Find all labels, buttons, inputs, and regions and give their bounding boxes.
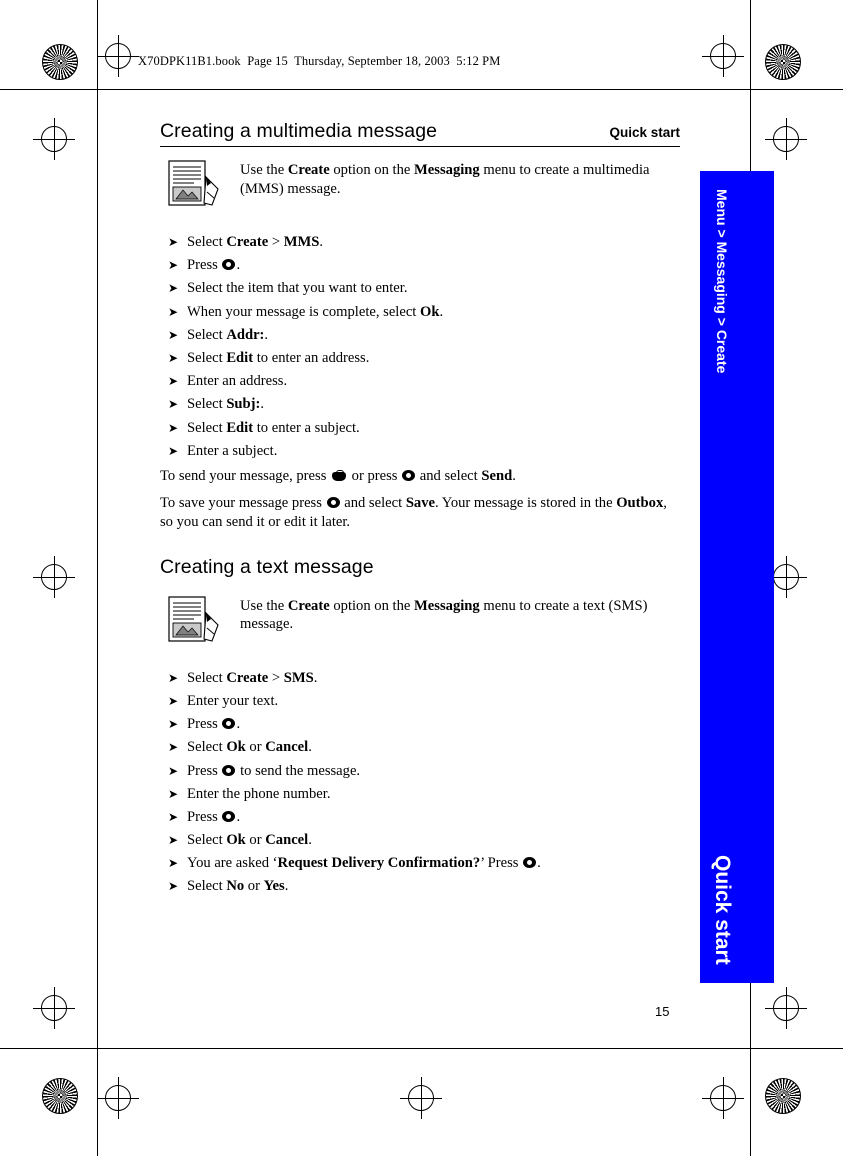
steps-list-sms: ➤ Select Create > SMS. ➤ Enter your text. …: [160, 669, 680, 895]
bullet-arrow-icon: ➤: [168, 443, 179, 458]
intro-text-sms: Use the Create option on the Messaging m…: [240, 597, 648, 633]
page-number: 15: [655, 1004, 670, 1019]
bullet-arrow-icon: ➤: [168, 786, 179, 801]
intro-block-sms: Use the Create option on the Messaging m…: [160, 593, 680, 643]
crop-line-bottom-horizontal: [0, 1048, 843, 1049]
registration-starburst-top-right: [765, 44, 801, 80]
registration-mark-top-right: [702, 35, 744, 77]
crop-line-top-horizontal: [0, 89, 843, 90]
list-item: ➤ Select No or Yes.: [168, 878, 289, 895]
bullet-arrow-icon: ➤: [168, 350, 179, 365]
bullet-arrow-icon: ➤: [168, 235, 179, 249]
registration-mark-left-middle: [33, 556, 75, 598]
crop-line-left-vertical: [97, 0, 98, 1156]
registration-mark-right-upper: [765, 118, 807, 160]
bullet-arrow-icon: ➤: [168, 397, 179, 412]
document-page-icon: [166, 159, 222, 207]
list-item: ➤ Select Addr:.: [168, 326, 269, 343]
bullet-arrow-icon: ➤: [168, 281, 179, 296]
list-item: ➤ Select the item that you want to enter.: [168, 280, 408, 297]
list-item: ➤ Select Create > SMS.: [168, 669, 318, 686]
bullet-arrow-icon: ➤: [168, 670, 179, 685]
bullet-arrow-icon: ➤: [168, 258, 179, 273]
select-key-icon: [222, 764, 236, 776]
bullet-arrow-icon: ➤: [168, 763, 179, 778]
registration-mark-bottom-left: [97, 1077, 139, 1119]
select-key-icon: [326, 496, 340, 508]
bullet-arrow-icon: ➤: [168, 740, 179, 755]
list-item: ➤ Press .: [168, 257, 241, 274]
registration-starburst-bottom-left: [42, 1078, 78, 1114]
registration-mark-left-lower: [33, 987, 75, 1029]
bullet-arrow-icon: ➤: [168, 717, 179, 732]
registration-mark-right-middle: [765, 556, 807, 598]
list-item: ➤ Enter a subject.: [168, 442, 278, 459]
list-item: ➤ Select Edit to enter an address.: [168, 349, 370, 366]
bullet-arrow-icon: ➤: [168, 833, 179, 848]
note-send-message: To send your message, press or press and…: [160, 467, 516, 484]
steps-list-mms: ➤ Select Create > MMS. ➤ Press . ➤ Select t…: [160, 235, 680, 458]
bullet-arrow-icon: ➤: [168, 374, 179, 389]
bullet-arrow-icon: ➤: [168, 856, 179, 871]
list-item: ➤ Press .: [168, 716, 241, 733]
bullet-arrow-icon: ➤: [168, 809, 179, 824]
select-key-icon: [222, 718, 236, 730]
list-item: ➤ Select Create > MMS.: [168, 234, 324, 250]
bullet-arrow-icon: ➤: [168, 327, 179, 342]
select-key-icon: [402, 469, 416, 481]
list-item: ➤ Press to send the message.: [168, 762, 361, 779]
book-file-header: X70DPK11B1.book Page 15 Thursday, Septem…: [138, 54, 501, 68]
note-save-message: To save your message press and select Sa…: [160, 494, 667, 530]
list-item: ➤ Select Ok or Cancel.: [168, 739, 312, 756]
side-tab-chapter-label: Quick start: [711, 855, 734, 965]
list-item: ➤ Enter an address.: [168, 373, 288, 390]
page-content: Creating a multimedia message Use the Cr…: [160, 120, 680, 903]
list-item: ➤ When your message is complete, select O…: [168, 303, 444, 320]
document-page-icon: [166, 595, 222, 643]
registration-starburst-bottom-right: [765, 1078, 801, 1114]
section-title-mms: Creating a multimedia message: [160, 120, 438, 142]
select-key-icon: [523, 857, 537, 869]
registration-starburst-top-left: [42, 44, 78, 80]
registration-mark-bottom-center: [400, 1077, 442, 1119]
bullet-arrow-icon: ➤: [168, 879, 179, 894]
bullet-arrow-icon: ➤: [168, 420, 179, 435]
registration-mark-right-lower: [765, 987, 807, 1029]
list-item: ➤ Enter the phone number.: [168, 785, 331, 802]
intro-text-mms: Use the Create option on the Messaging m…: [240, 162, 650, 197]
send-key-icon: [332, 469, 347, 482]
bullet-arrow-icon: ➤: [168, 304, 179, 319]
list-item: ➤ Select Ok or Cancel.: [168, 832, 312, 849]
intro-block-mms: Use the Create option on the Messaging m…: [160, 157, 680, 207]
bullet-arrow-icon: ➤: [168, 693, 179, 708]
list-item: ➤ Select Edit to enter a subject.: [168, 419, 360, 436]
list-item: ➤ Press .: [168, 808, 241, 825]
side-tab: Menu > Messaging > Create Quick start: [700, 171, 774, 983]
registration-mark-left-upper: [33, 118, 75, 160]
side-tab-breadcrumb: Menu > Messaging > Create: [714, 189, 730, 374]
select-key-icon: [222, 259, 236, 271]
list-item: ➤ You are asked ‘Request Delivery Confirm…: [168, 855, 541, 872]
registration-mark-bottom-right: [702, 1077, 744, 1119]
list-item: ➤ Enter your text.: [168, 692, 279, 709]
select-key-icon: [222, 810, 236, 822]
section-title-sms: Creating a text message: [160, 555, 374, 578]
registration-mark-top-left: [97, 35, 139, 77]
list-item: ➤ Select Subj:.: [168, 396, 265, 413]
